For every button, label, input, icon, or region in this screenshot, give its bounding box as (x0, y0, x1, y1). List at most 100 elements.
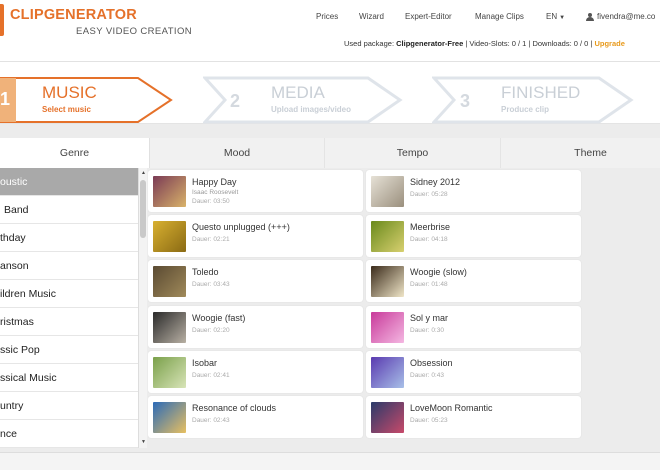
clip-thumbnail (371, 357, 404, 388)
genre-item[interactable]: oustic (0, 168, 138, 196)
package-label: Used package: (344, 39, 395, 48)
genre-item[interactable]: untry (0, 392, 138, 420)
clip-duration: Dauer: 0:43 (410, 372, 444, 379)
package-name: Clipgenerator-Free (396, 39, 464, 48)
step-finished[interactable]: 3 FINISHED Produce clip (432, 76, 634, 124)
clip-duration: Dauer: 02:41 (192, 372, 230, 379)
clip-thumbnail (371, 312, 404, 343)
clip-card[interactable]: Questo unplugged (+++) Dauer: 02:21 (148, 215, 363, 257)
genre-item[interactable]: Band (0, 196, 138, 224)
clip-card[interactable]: Resonance of clouds Dauer: 02:43 (148, 396, 363, 438)
logo-subtitle: EASY VIDEO CREATION (76, 26, 192, 37)
clip-card[interactable]: Happy Day Isaac Roosevelt Dauer: 03:50 (148, 170, 363, 212)
clip-card[interactable]: Toledo Dauer: 03:43 (148, 260, 363, 302)
clip-title: Resonance of clouds (192, 403, 277, 413)
clip-card[interactable]: Isobar Dauer: 02:41 (148, 351, 363, 393)
clip-card[interactable]: Sidney 2012 Dauer: 05:28 (366, 170, 581, 212)
step-finished-title: FINISHED (501, 83, 581, 102)
chevron-down-icon: ▼ (559, 15, 566, 21)
tab-mood[interactable]: Mood (150, 138, 324, 168)
clip-title: Woogie (slow) (410, 267, 467, 277)
filter-tabs: Genre Mood Tempo Theme (0, 138, 660, 168)
nav-manage-clips[interactable]: Manage Clips (475, 12, 524, 21)
clip-artist: Isaac Roosevelt (192, 189, 239, 196)
genre-scrollbar[interactable]: ▲ ▼ (138, 168, 147, 448)
step-media[interactable]: 2 MEDIA Upload images/video (203, 76, 403, 124)
clip-thumbnail (153, 402, 186, 433)
genre-item[interactable]: anson (0, 252, 138, 280)
user-email[interactable]: fivendra@me.co (597, 12, 655, 21)
clip-thumbnail (153, 176, 186, 207)
slots-info: | Video-Slots: 0 / 1 | Downloads: 0 / 0 … (465, 39, 593, 48)
clip-thumbnail (153, 312, 186, 343)
nav-wizard[interactable]: Wizard (359, 12, 384, 21)
genre-item[interactable]: ssical Music (0, 364, 138, 392)
clip-grid: Happy Day Isaac Roosevelt Dauer: 03:50 Sidn… (148, 168, 660, 452)
tab-genre[interactable]: Genre (0, 138, 150, 168)
logo-title[interactable]: CLIPGENERATOR (10, 7, 137, 23)
clip-card[interactable]: Obsession Dauer: 0:43 (366, 351, 581, 393)
clip-title: Sol y mar (410, 313, 449, 323)
genre-item[interactable]: ildren Music (0, 280, 138, 308)
clip-duration: Dauer: 05:23 (410, 417, 448, 424)
clip-thumbnail (371, 221, 404, 252)
clip-thumbnail (153, 221, 186, 252)
scroll-down-icon[interactable]: ▼ (140, 439, 147, 446)
step-finished-number: 3 (460, 91, 471, 111)
bottom-strip (0, 452, 660, 470)
clip-title: Happy Day (192, 177, 237, 187)
step-music-number: 1 (0, 89, 11, 109)
clip-duration: Dauer: 02:43 (192, 417, 230, 424)
clip-duration: Dauer: 0:30 (410, 327, 444, 334)
genre-list: oustic Band thday anson ildren Music ris… (0, 168, 138, 448)
clip-card[interactable]: Sol y mar Dauer: 0:30 (366, 306, 581, 348)
step-music-subtitle: Select music (42, 105, 91, 114)
tab-theme[interactable]: Theme (500, 138, 660, 168)
clip-title: Toledo (192, 267, 219, 277)
language-label: EN (546, 12, 558, 21)
scroll-thumb[interactable] (140, 180, 146, 238)
clip-card[interactable]: LoveMoon Romantic Dauer: 05:23 (366, 396, 581, 438)
clip-duration: Dauer: 03:43 (192, 281, 230, 288)
step-media-subtitle: Upload images/video (271, 105, 352, 114)
clip-duration: Dauer: 03:50 (192, 198, 230, 205)
clip-duration: Dauer: 05:28 (410, 191, 448, 198)
clip-duration: Dauer: 04:18 (410, 236, 448, 243)
upgrade-link[interactable]: Upgrade (594, 39, 624, 48)
clip-thumbnail (371, 266, 404, 297)
clip-title: Questo unplugged (+++) (192, 222, 290, 232)
clip-card[interactable]: Woogie (fast) Dauer: 02:20 (148, 306, 363, 348)
clip-thumbnail (153, 266, 186, 297)
step-media-title: MEDIA (271, 83, 325, 102)
package-info: Used package: Clipgenerator-Free | Video… (344, 39, 625, 48)
genre-item[interactable]: ristmas (0, 308, 138, 336)
genre-item[interactable]: nce (0, 420, 138, 448)
scroll-up-icon[interactable]: ▲ (140, 170, 147, 177)
clip-title: Isobar (192, 358, 218, 368)
user-icon (586, 13, 594, 21)
nav-expert-editor[interactable]: Expert-Editor (405, 12, 452, 21)
genre-item[interactable]: ssic Pop (0, 336, 138, 364)
clip-card[interactable]: Woogie (slow) Dauer: 01:48 (366, 260, 581, 302)
clip-title: Sidney 2012 (410, 177, 461, 187)
clip-title: LoveMoon Romantic (410, 403, 493, 413)
clip-duration: Dauer: 02:20 (192, 327, 230, 334)
nav-prices[interactable]: Prices (316, 12, 338, 21)
app-window: CLIPGENERATOR EASY VIDEO CREATION Prices… (0, 0, 660, 470)
clip-duration: Dauer: 01:48 (410, 281, 448, 288)
step-music-title: MUSIC (42, 83, 97, 102)
clip-thumbnail (153, 357, 186, 388)
language-select[interactable]: EN ▼ (546, 12, 565, 21)
step-finished-subtitle: Produce clip (501, 105, 550, 114)
tab-tempo[interactable]: Tempo (324, 138, 500, 168)
clip-title: Obsession (410, 358, 453, 368)
genre-item[interactable]: thday (0, 224, 138, 252)
logo-mark (0, 4, 4, 36)
clip-thumbnail (371, 402, 404, 433)
clip-title: Meerbrise (410, 222, 451, 232)
step-music[interactable]: 1 MUSIC Select music (0, 76, 174, 124)
clip-card[interactable]: Meerbrise Dauer: 04:18 (366, 215, 581, 257)
clip-duration: Dauer: 02:21 (192, 236, 230, 243)
clip-thumbnail (371, 176, 404, 207)
step-media-number: 2 (230, 91, 241, 111)
